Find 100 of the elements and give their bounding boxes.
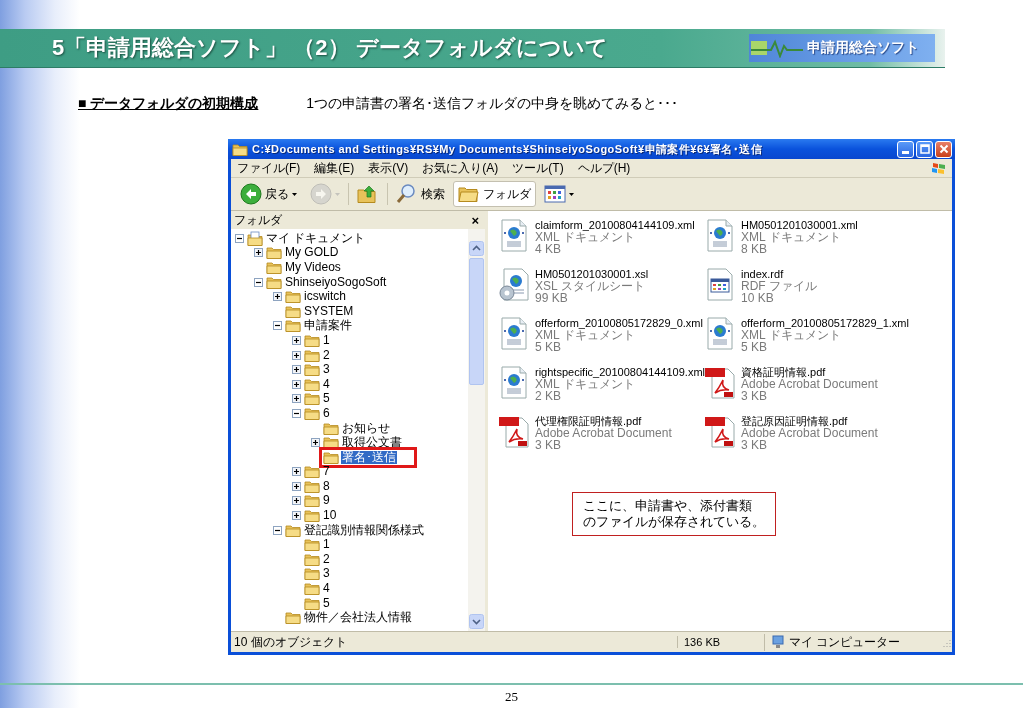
tree-item[interactable]: 1 [322,333,331,347]
file-item[interactable]: 代理権限証明情報.pdf Adobe Acrobat Document 3 KB [498,415,704,454]
file-name: claimform_20100804144109.xml [535,219,695,231]
tree-item[interactable]: 4 [322,377,331,391]
folder-icon [304,478,320,494]
menu-item[interactable]: お気に入り(A) [422,159,499,177]
file-size: 5 KB [741,341,768,353]
maximize-button[interactable] [916,140,933,158]
tree-item[interactable]: 8 [322,479,331,493]
file-item[interactable]: HM0501201030001.xml XML ドキュメント 8 KB [704,219,904,258]
folder-icon [304,347,320,363]
file-item[interactable]: offerform_20100805172829_0.xml XML ドキュメント 5 KB [498,317,704,356]
tree-item[interactable]: SYSTEM [303,304,355,318]
calendar-document-icon [704,268,736,302]
tree-item[interactable]: 5 [322,392,331,406]
file-name: HM0501201030001.xsl [535,268,649,280]
file-name: 資格証明情報.pdf [741,366,826,378]
file-size: 3 KB [741,390,768,402]
tree-item[interactable]: 2 [322,552,331,566]
menu-item[interactable]: 表示(V) [368,159,409,177]
folder-icon [304,362,320,378]
tree-item[interactable]: 登記識別情報関係様式 [303,523,425,537]
file-type: XML ドキュメント [535,231,635,243]
documents-folder-icon [247,230,263,246]
caret-icon [335,192,340,196]
pane-title: フォルダ [234,211,282,229]
file-size: 10 KB [741,292,775,304]
tree-item[interactable]: 物件／会社法人情報 [303,611,413,625]
scrollbar[interactable] [468,229,485,631]
tree-item[interactable]: 署名･送信 [341,450,397,464]
tree-item[interactable]: My Videos [284,261,342,274]
file-name: offerform_20100805172829_0.xml [535,317,703,329]
menu-item[interactable]: 編集(E) [314,159,355,177]
file-item[interactable]: claimform_20100804144109.xml XML ドキュメント 4 KB [498,219,704,258]
close-button[interactable]: × [471,212,479,228]
tree-item[interactable]: 6 [322,406,331,420]
tree-item[interactable]: 取得公文書 [341,436,403,450]
expand-icon [292,496,301,506]
minimize-icon [902,151,909,154]
file-item[interactable]: rightspecific_20100804144109.xml XML ドキュメント 2 KB [498,366,704,405]
menu-item[interactable]: ヘルプ(H) [577,159,631,177]
expand-icon [273,292,282,302]
tree-item[interactable]: 3 [322,567,331,581]
pdf-document-icon [704,366,736,400]
tree-item[interactable]: 9 [322,494,331,508]
scroll-thumb[interactable] [469,258,484,385]
close-button[interactable] [935,140,952,158]
tree-item[interactable]: My GOLD [284,246,340,260]
folders-button[interactable]: フォルダ [453,181,536,207]
pulse-icon [749,38,805,58]
folder-icon [304,551,320,567]
tree-item[interactable]: 4 [322,582,331,596]
tree-item[interactable]: icswitch [303,290,347,304]
tree-item[interactable]: 7 [322,465,331,479]
folder-icon [285,289,301,305]
file-type: XSL スタイルシート [535,280,646,292]
slide-title: 5「申請用総合ソフト」 （2） データフォルダについて [51,34,608,62]
expand-icon [292,365,301,375]
folder-icon [304,581,320,597]
folder-icon [304,464,320,480]
file-size: 4 KB [535,243,562,255]
folder-icon [285,522,301,538]
file-item[interactable]: HM0501201030001.xsl XSL スタイルシート 99 KB [498,268,704,307]
expand-icon [292,335,301,345]
collapse-icon [235,233,244,243]
total-size: 136 KB [677,636,764,648]
menu-item[interactable]: ツール(T) [512,159,564,177]
lead-text: 1つの申請書の署名･送信フォルダの中身を眺めてみると･･･ [306,95,679,113]
search-button[interactable]: 検索 [391,181,450,207]
tree-item[interactable]: 10 [322,509,338,523]
collapse-icon [273,321,282,331]
file-name: index.rdf [741,268,785,280]
file-item[interactable]: 資格証明情報.pdf Adobe Acrobat Document 3 KB [704,366,904,405]
tree-item[interactable]: 2 [322,348,331,362]
object-count: 10 個のオブジェクト [233,633,348,651]
file-type: XML ドキュメント [741,231,842,243]
folder-icon [285,303,301,319]
tree-item[interactable]: 5 [322,596,331,610]
file-type: XML ドキュメント [535,378,635,390]
file-size: 3 KB [535,439,562,451]
file-name: offerform_20100805172829_1.xml [741,317,909,329]
file-name: rightspecific_20100804144109.xml [535,366,705,378]
menu-item[interactable]: ファイル(F) [237,159,301,177]
folder-icon [323,449,339,465]
folder-icon [304,508,320,524]
tree-item[interactable]: 申請案件 [303,319,353,333]
folder-icon [304,537,320,553]
file-item[interactable]: 登記原因証明情報.pdf Adobe Acrobat Document 3 KB [704,415,904,454]
maximize-icon [919,144,930,154]
expand-icon [292,467,301,477]
tree-item[interactable]: マイ ドキュメント [265,231,367,245]
minimize-button[interactable] [897,140,914,158]
tree-item[interactable]: ShinseiyoSogoSoft [284,275,388,289]
up-folder-icon [357,183,379,205]
globe-document-icon [498,317,530,351]
tree-item[interactable]: 3 [322,363,331,377]
file-item[interactable]: index.rdf RDF ファイル 10 KB [704,268,904,307]
back-button[interactable]: 戻る [235,181,302,207]
tree-item[interactable]: 1 [322,538,331,552]
tree-item[interactable]: お知らせ [341,421,391,435]
